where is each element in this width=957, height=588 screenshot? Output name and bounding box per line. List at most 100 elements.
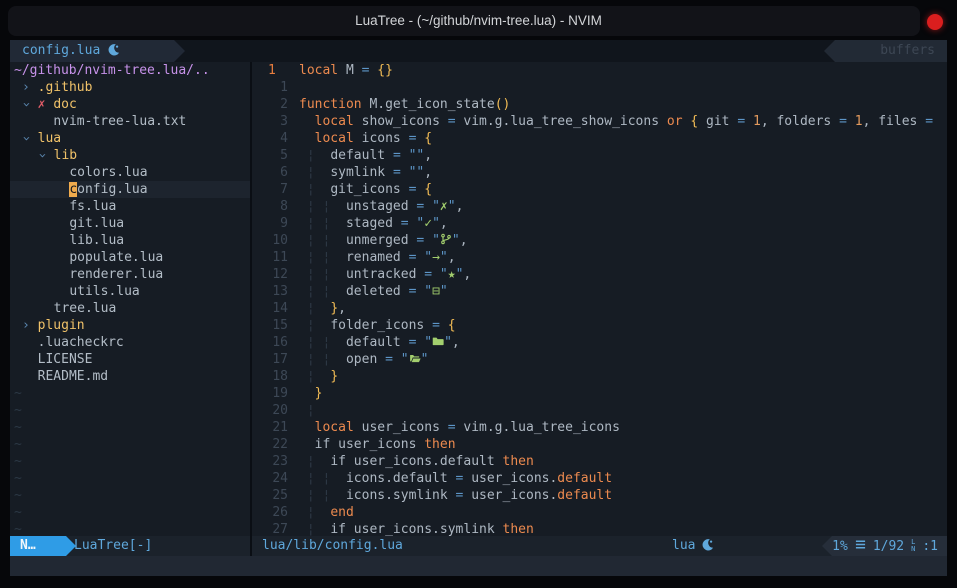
code-line[interactable]: 1local M = {} [252, 62, 947, 79]
tabline: config.lua buffers [10, 40, 947, 62]
code-line[interactable]: 12 ¦ ¦ untracked = "★", [252, 266, 947, 283]
tree-row[interactable]: git.lua [10, 215, 250, 232]
code-line[interactable]: 6 ¦ symlink = "", [252, 164, 947, 181]
code-line[interactable]: 25 ¦ ¦ icons.symlink = user_icons.defaul… [252, 487, 947, 504]
code-line[interactable]: 14 ¦ }, [252, 300, 947, 317]
statusline-filetype: lua [672, 536, 714, 558]
line-number: 6 [252, 164, 288, 181]
editor-area: ~/github/nvim-tree.lua/..› .github› ✗ do… [10, 62, 947, 536]
command-line[interactable] [10, 556, 947, 576]
mode-indicator: N… [10, 536, 66, 556]
tree-row[interactable]: populate.lua [10, 249, 250, 266]
code-line[interactable]: 7 ¦ git_icons = { [252, 181, 947, 198]
tree-row[interactable]: lib.lua [10, 232, 250, 249]
line-number: 15 [252, 317, 288, 334]
line-number: 25 [252, 487, 288, 504]
tree-row[interactable]: ~ [10, 402, 250, 419]
line-number: 16 [252, 334, 288, 351]
statusline: N… LuaTree[-] lua/lib/config.lua lua 1% … [10, 536, 947, 556]
line-number: 10 [252, 232, 288, 249]
code-line[interactable]: 21 local user_icons = vim.g.lua_tree_ico… [252, 419, 947, 436]
tree-row[interactable]: ~ [10, 453, 250, 470]
code-line[interactable]: 1 [252, 79, 947, 96]
statusline-position-segment: 1% 1/92 LN :1 [832, 536, 947, 556]
file-tree-panel: ~/github/nvim-tree.lua/..› .github› ✗ do… [10, 62, 250, 536]
tree-row[interactable]: colors.lua [10, 164, 250, 181]
code-line[interactable]: 3 local show_icons = vim.g.lua_tree_show… [252, 113, 947, 130]
tree-row[interactable]: › .github [10, 79, 250, 96]
folder-closed-icon [432, 335, 444, 352]
tree-row[interactable]: › lua [10, 130, 250, 147]
statusline-tree: N… LuaTree[-] [10, 536, 250, 556]
tree-row[interactable]: nvim-tree-lua.txt [10, 113, 250, 130]
folder-open-icon [409, 352, 421, 369]
code-line[interactable]: 10 ¦ ¦ unmerged = "", [252, 232, 947, 249]
code-line[interactable]: 9 ¦ ¦ staged = "✓", [252, 215, 947, 232]
code-line[interactable]: 27 ¦ if user_icons.symlink then [252, 521, 947, 536]
powerline-arrow-right [174, 40, 185, 62]
tree-row[interactable]: utils.lua [10, 283, 250, 300]
code-line[interactable]: 23 ¦ if user_icons.default then [252, 453, 947, 470]
code-line[interactable]: 24 ¦ ¦ icons.default = user_icons.defaul… [252, 470, 947, 487]
statusline-file: lua/lib/config.lua lua 1% 1/92 LN :1 [252, 536, 947, 556]
tree-row[interactable]: › ✗ doc [10, 96, 250, 113]
code-line[interactable]: 26 ¦ end [252, 504, 947, 521]
tree-row[interactable]: ~ [10, 436, 250, 453]
tree-row[interactable]: tree.lua [10, 300, 250, 317]
moon-icon [107, 42, 120, 64]
tab-config-lua[interactable]: config.lua [10, 40, 174, 62]
code-line[interactable]: 5 ¦ default = "", [252, 147, 947, 164]
powerline-arrow-left [822, 536, 832, 556]
code-line[interactable]: 18 ¦ } [252, 368, 947, 385]
line-number: 21 [252, 419, 288, 436]
tree-row[interactable]: ~ [10, 385, 250, 402]
git-branch-icon [440, 233, 452, 250]
cursor-position: 1/92 [873, 539, 904, 554]
line-number: 1 [252, 79, 288, 96]
close-button[interactable] [927, 14, 943, 30]
tree-row[interactable]: README.md [10, 368, 250, 385]
tree-row[interactable]: renderer.lua [10, 266, 250, 283]
tree-row[interactable]: ~/github/nvim-tree.lua/.. [10, 62, 250, 79]
code-line[interactable]: 2function M.get_icon_state() [252, 96, 947, 113]
tree-row[interactable]: ~ [10, 419, 250, 436]
code-line[interactable]: 4 local icons = { [252, 130, 947, 147]
window-titlebar: LuaTree - (~/github/nvim-tree.lua) - NVI… [0, 0, 957, 40]
tree-row[interactable]: ~ [10, 521, 250, 536]
tree-row[interactable]: .luacheckrc [10, 334, 250, 351]
buffers-tab[interactable]: buffers [835, 40, 947, 62]
line-number: 14 [252, 300, 288, 317]
line-number: 17 [252, 351, 288, 368]
code-line[interactable]: 8 ¦ ¦ unstaged = "✗", [252, 198, 947, 215]
line-number: 24 [252, 470, 288, 487]
line-number: 11 [252, 249, 288, 266]
statusline-buffer-name: LuaTree[-] [74, 536, 152, 556]
code-line[interactable]: 13 ¦ ¦ deleted = "⊟" [252, 283, 947, 300]
tab-label: config.lua [22, 43, 100, 58]
code-line[interactable]: 16 ¦ ¦ default = "", [252, 334, 947, 351]
code-line[interactable]: 11 ¦ ¦ renamed = "→", [252, 249, 947, 266]
tree-row[interactable]: ~ [10, 504, 250, 521]
tree-row[interactable]: fs.lua [10, 198, 250, 215]
code-line[interactable]: 20 ¦ [252, 402, 947, 419]
tree-row[interactable]: › lib [10, 147, 250, 164]
tree-row[interactable]: › plugin [10, 317, 250, 334]
tree-row[interactable]: LICENSE [10, 351, 250, 368]
cursor-column: :1 [922, 539, 938, 554]
line-number: 19 [252, 385, 288, 402]
code-line[interactable]: 15 ¦ folder_icons = { [252, 317, 947, 334]
line-number: 2 [252, 96, 288, 113]
tree-row[interactable]: ~ [10, 487, 250, 504]
line-number: 12 [252, 266, 288, 283]
code-line[interactable]: 17 ¦ ¦ open = "" [252, 351, 947, 368]
moon-icon [701, 538, 714, 558]
code-buffer: 1local M = {}12function M.get_icon_state… [252, 62, 947, 536]
line-number: 18 [252, 368, 288, 385]
tree-row[interactable]: config.lua [10, 181, 250, 198]
code-line[interactable]: 22 if user_icons then [252, 436, 947, 453]
tree-row[interactable]: ~ [10, 470, 250, 487]
scroll-percent: 1% [832, 539, 848, 554]
line-number: 22 [252, 436, 288, 453]
line-number: 3 [252, 113, 288, 130]
code-line[interactable]: 19 } [252, 385, 947, 402]
